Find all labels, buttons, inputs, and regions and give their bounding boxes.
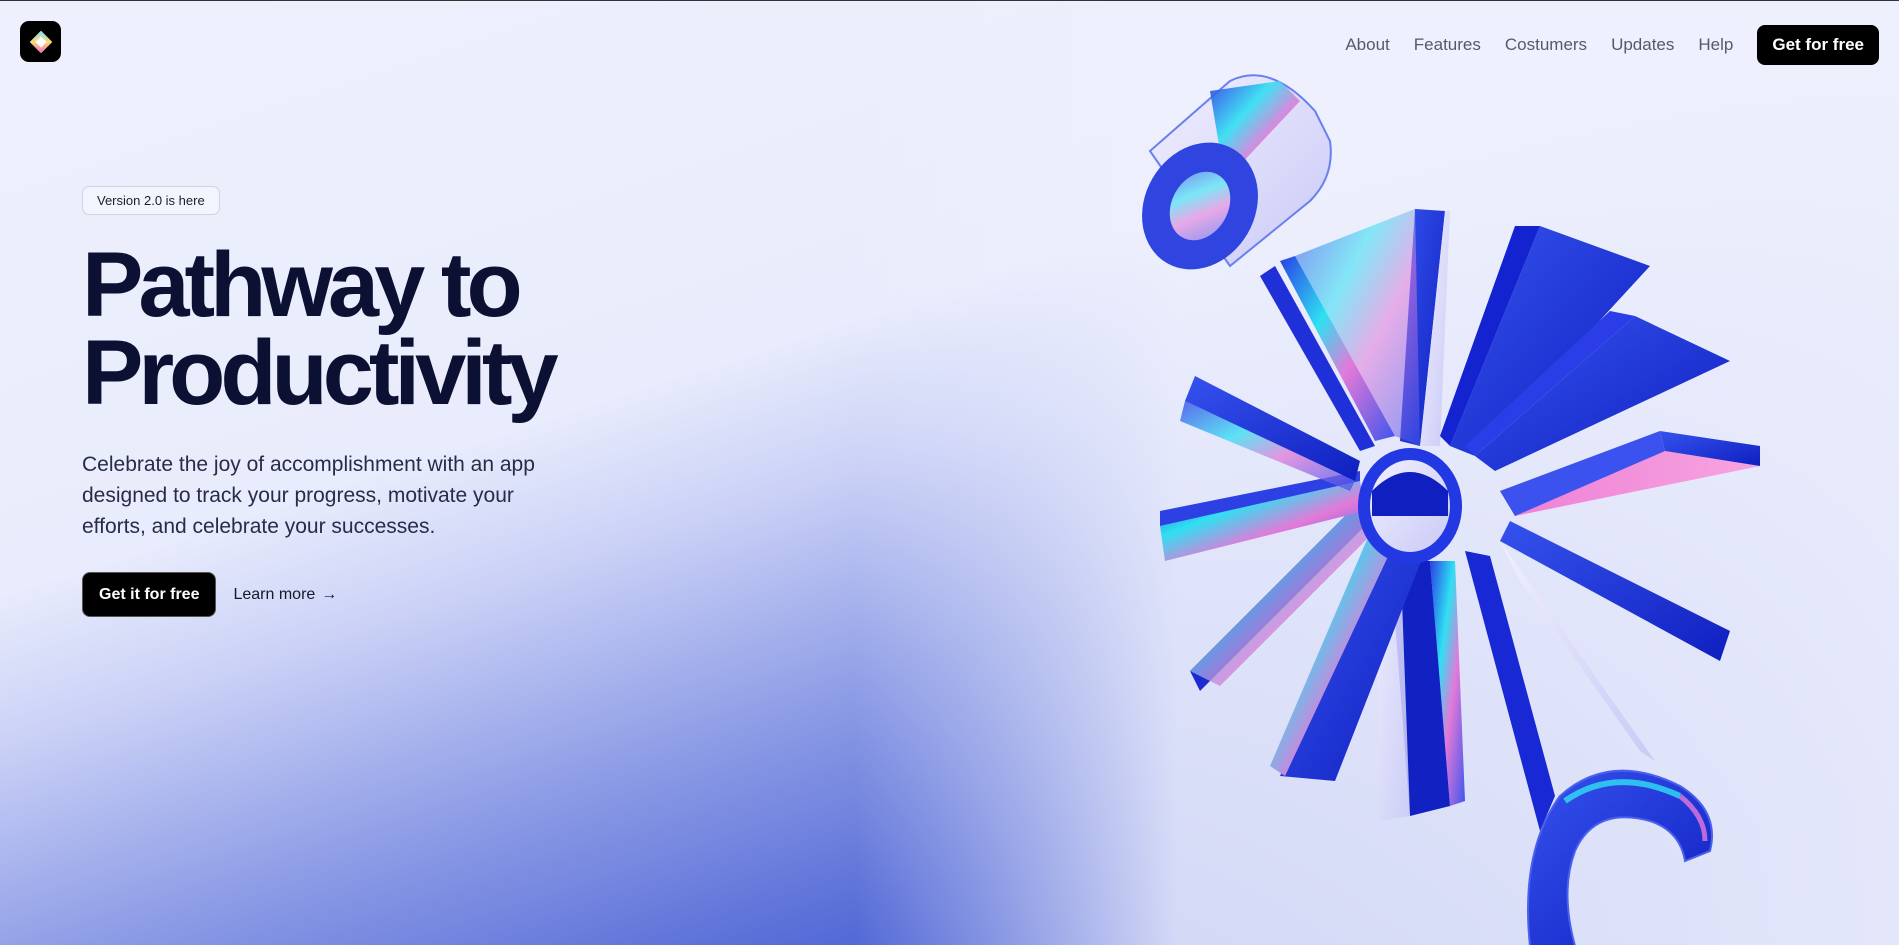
hero-description: Celebrate the joy of accomplishment with… <box>82 453 535 538</box>
hero-title-line1: Pathway to <box>82 234 523 336</box>
starburst-shape <box>1160 209 1760 831</box>
nav-features[interactable]: Features <box>1414 35 1481 55</box>
version-badge[interactable]: Version 2.0 is here <box>82 186 220 215</box>
hero-title-line2: Productivity <box>82 322 559 424</box>
arrow-right-icon: → <box>321 585 338 603</box>
3d-starburst-illustration <box>1142 74 1760 945</box>
get-for-free-button[interactable]: Get for free <box>1757 25 1879 65</box>
nav-about[interactable]: About <box>1345 35 1389 55</box>
nav-updates[interactable]: Updates <box>1611 35 1674 55</box>
learn-more-label: Learn more <box>233 585 316 603</box>
diamond-logo-icon[interactable] <box>20 21 61 62</box>
get-it-for-free-button[interactable]: Get it for free <box>82 572 217 617</box>
hero-title: Pathway to Productivity <box>82 239 642 419</box>
learn-more-link[interactable]: Learn more → <box>233 586 337 604</box>
nav-costumers[interactable]: Costumers <box>1505 35 1587 55</box>
nav-help[interactable]: Help <box>1698 35 1733 55</box>
hero-actions: Get it for free Learn more → <box>82 572 642 617</box>
main-nav: About Features Costumers Updates Help Ge… <box>1345 25 1879 65</box>
torus-shape <box>1527 769 1713 945</box>
hero-section: Version 2.0 is here Pathway to Productiv… <box>82 186 642 617</box>
